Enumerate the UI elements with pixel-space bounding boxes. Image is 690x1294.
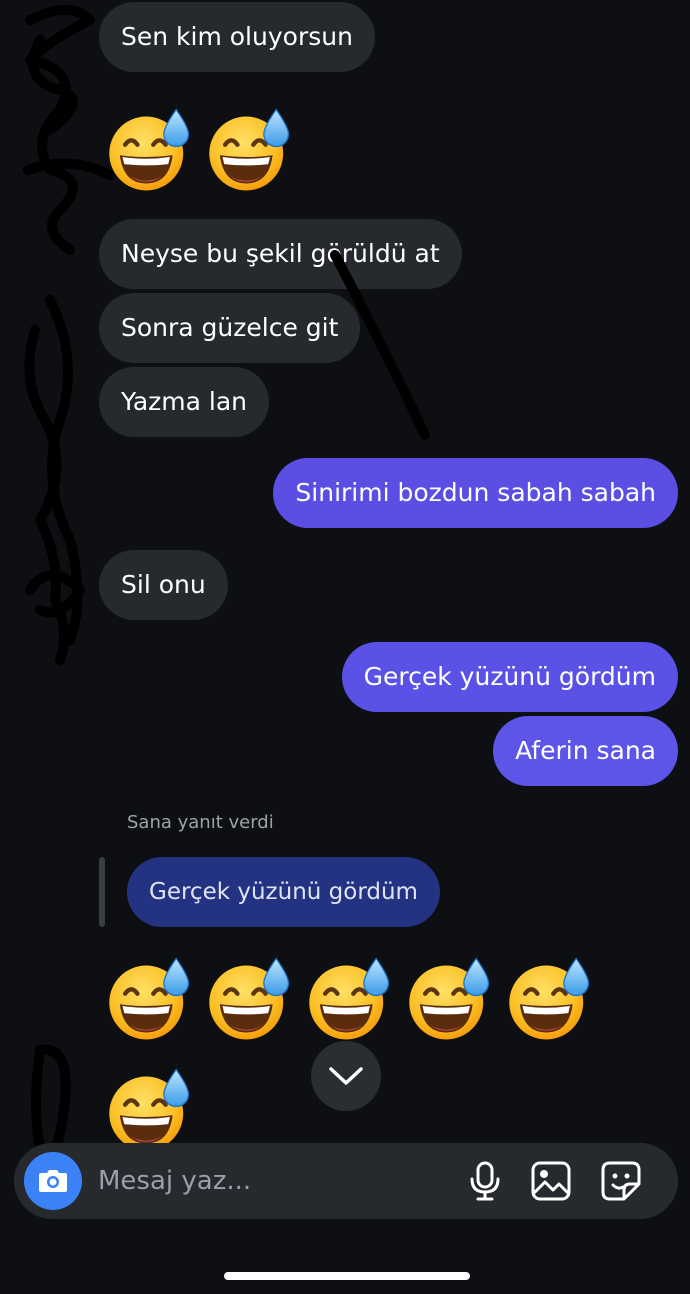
sweat-smile-emoji	[504, 955, 592, 1043]
message-input[interactable]	[98, 1157, 438, 1205]
emoji-message[interactable]	[104, 106, 292, 194]
sticker-button[interactable]	[600, 1160, 642, 1202]
sticker-icon	[601, 1161, 641, 1201]
camera-button[interactable]	[24, 1152, 82, 1210]
incoming-message[interactable]: Sil onu	[99, 550, 228, 620]
chevron-down-icon	[329, 1067, 363, 1085]
emoji-message[interactable]	[104, 955, 592, 1043]
emoji-message[interactable]	[104, 1066, 192, 1154]
sweat-smile-emoji	[204, 106, 292, 194]
incoming-message[interactable]: Sonra güzelce git	[99, 293, 361, 363]
message-composer	[14, 1143, 678, 1219]
sweat-smile-emoji	[104, 1066, 192, 1154]
incoming-message[interactable]: Yazma lan	[99, 367, 270, 437]
reply-label: Sana yanıt verdi	[127, 812, 274, 833]
sweat-smile-emoji	[204, 955, 292, 1043]
outgoing-message[interactable]: Sinirimi bozdun sabah sabah	[273, 458, 678, 528]
quoted-message[interactable]: Gerçek yüzünü gördüm	[127, 857, 440, 927]
sweat-smile-emoji	[404, 955, 492, 1043]
home-indicator	[224, 1272, 470, 1280]
gallery-button[interactable]	[530, 1160, 572, 1202]
microphone-icon	[470, 1161, 500, 1201]
reply-indicator-bar	[99, 857, 105, 927]
image-icon	[531, 1161, 571, 1201]
incoming-message[interactable]: Neyse bu şekil görüldü at	[99, 219, 462, 289]
sweat-smile-emoji	[304, 955, 392, 1043]
sweat-smile-emoji	[104, 106, 192, 194]
scroll-to-bottom-button[interactable]	[311, 1041, 381, 1111]
outgoing-message[interactable]: Gerçek yüzünü gördüm	[341, 642, 678, 712]
sweat-smile-emoji	[104, 955, 192, 1043]
outgoing-message[interactable]: Aferin sana	[493, 716, 678, 786]
camera-icon	[39, 1170, 67, 1192]
voice-message-button[interactable]	[464, 1160, 506, 1202]
chat-thread: Sen kim oluyorsun Neyse bu şekil görüldü…	[0, 0, 690, 1294]
incoming-message[interactable]: Sen kim oluyorsun	[99, 2, 375, 72]
